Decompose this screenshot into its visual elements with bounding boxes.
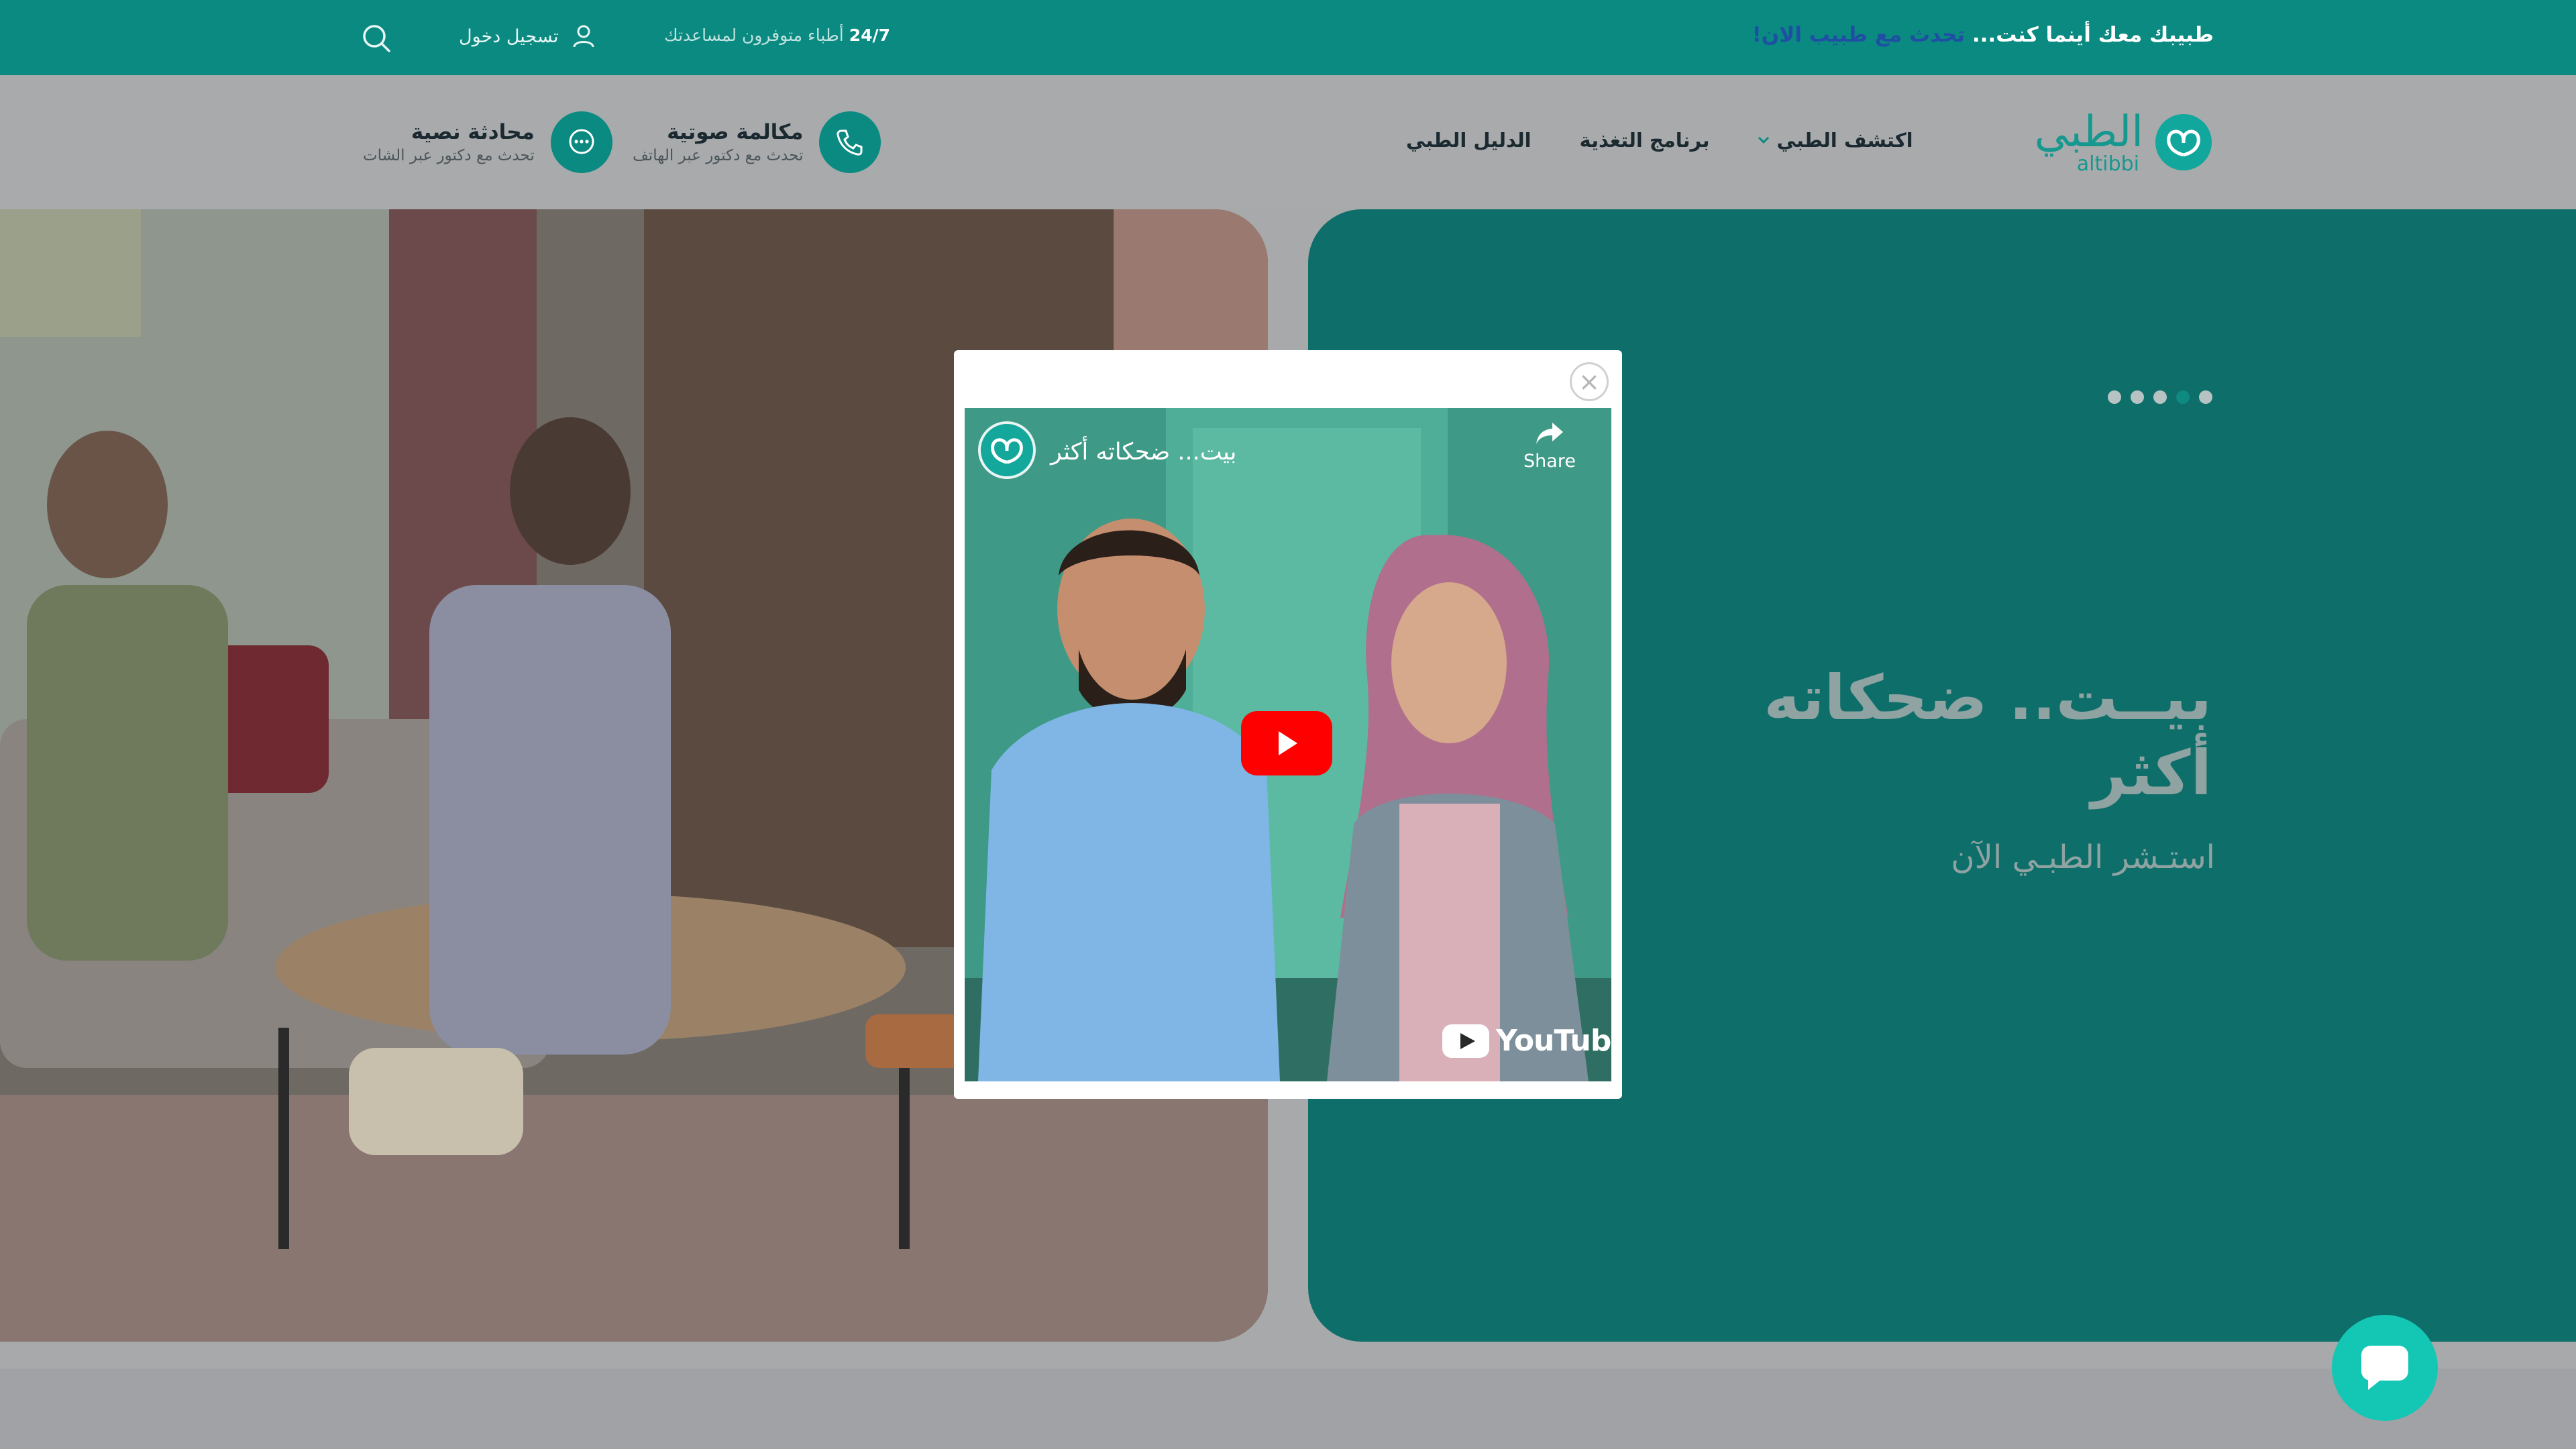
play-icon [1279,731,1297,755]
page-bottom [0,1368,2576,1449]
nav-links: اكتشف الطبي برنامج التغذية الدليل الطبي [1406,129,1913,152]
slider-dot-active[interactable] [2176,390,2190,404]
voice-call-button[interactable]: مكالمة صوتية تحدث مع دكتور عبر الهاتف [633,111,881,173]
promo-banner: طبيبك معك أينما كنت... تحدث مع طبيب الان… [1752,23,2214,47]
play-button[interactable] [1241,711,1332,775]
logo-latin: altibbi [2076,152,2139,176]
nav-item-nutrition[interactable]: برنامج التغذية [1580,129,1710,152]
chat-widget-button[interactable] [2332,1315,2438,1421]
promo-link[interactable]: تحدث مع طبيب الان! [1752,23,1965,47]
availability-note: 24/7 أطباء متوفرون لمساعدتك [664,25,890,45]
altibbi-logo[interactable]: الطبي altibbi [2035,110,2212,174]
slider-dot[interactable] [2131,390,2144,404]
logo-mark-icon [2155,114,2212,170]
slider-dot[interactable] [2108,390,2121,404]
video-title[interactable]: بيت... ضحكاته أكثر [1051,439,1236,466]
youtube-icon [1442,1024,1489,1058]
share-button[interactable]: Share [1509,420,1590,472]
chat-bubble-icon [550,111,612,173]
youtube-logo[interactable]: YouTube [1442,1024,1611,1058]
channel-logo-icon[interactable] [978,421,1036,479]
phone-icon [819,111,881,173]
nav-item-label: اكتشف الطبي [1776,129,1913,152]
voice-call-text: مكالمة صوتية تحدث مع دكتور عبر الهاتف [633,119,803,166]
close-icon: × [1578,367,1600,396]
user-icon [573,25,594,48]
login-label: تسجيل دخول [459,25,559,47]
text-chat-button[interactable]: محادثة نصية تحدث مع دكتور عبر الشات [363,111,612,173]
logo-wordmark: الطبي altibbi [2035,110,2143,174]
slider-dot[interactable] [2199,390,2212,404]
main-navbar: الطبي altibbi اكتشف الطبي برنامج التغذية… [0,75,2576,209]
slider-dot[interactable] [2153,390,2167,404]
voice-call-title: مكالمة صوتية [667,120,804,144]
hero-subtitle[interactable]: استـشر الطبـي الآن [1951,839,2215,876]
availability-text: أطباء متوفرون لمساعدتك [664,25,844,45]
video-modal: × بيت... ضحكاته أكثر Share YouTub [954,350,1622,1099]
text-chat-text: محادثة نصية تحدث مع دكتور عبر الشات [363,119,535,166]
youtube-label: YouTube [1496,1024,1611,1058]
nav-item-discover[interactable]: اكتشف الطبي [1758,129,1913,152]
logo-arabic: الطبي [2034,107,2143,157]
youtube-player[interactable]: بيت... ضحكاته أكثر Share YouTube [965,408,1611,1081]
text-chat-subtitle: تحدث مع دكتور عبر الشات [363,147,535,164]
login-button[interactable]: تسجيل دخول [459,21,595,51]
share-label: Share [1523,451,1576,472]
hero-title: بيــت.. ضحكاته أكثر [1764,662,2212,809]
share-icon [1536,423,1563,444]
slider-dots [2108,390,2212,404]
search-icon[interactable] [361,23,392,54]
promo-text: طبيبك معك أينما كنت... [1972,23,2214,47]
top-bar: طبيبك معك أينما كنت... تحدث مع طبيب الان… [0,0,2576,75]
nav-item-medical-guide[interactable]: الدليل الطبي [1406,129,1532,152]
close-button[interactable]: × [1570,362,1609,401]
chevron-down-icon [1758,136,1770,144]
availability-hours: 24/7 [849,25,891,45]
chat-icon [2361,1346,2408,1390]
text-chat-title: محادثة نصية [411,120,535,144]
voice-call-subtitle: تحدث مع دكتور عبر الهاتف [633,147,804,164]
